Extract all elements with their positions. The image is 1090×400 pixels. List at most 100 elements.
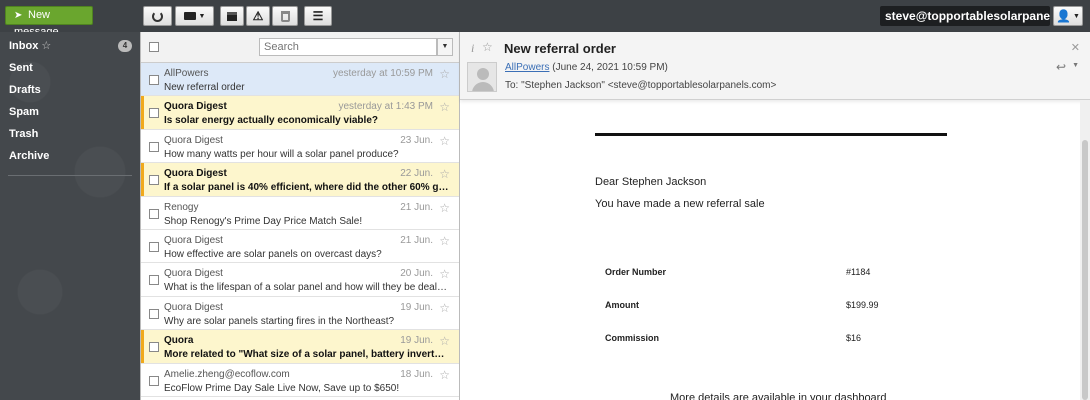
scrollbar[interactable] bbox=[1080, 100, 1090, 400]
row-subject: EcoFlow Prime Day Sale Live Now, Save up… bbox=[164, 382, 400, 394]
delete-button[interactable] bbox=[272, 6, 298, 26]
archive-button[interactable] bbox=[220, 6, 244, 26]
star-icon[interactable]: ☆ bbox=[482, 40, 493, 54]
from-line: AllPowers (June 24, 2021 10:59 PM) bbox=[505, 62, 668, 73]
sidebar-item-label: Archive bbox=[9, 150, 50, 162]
row-sender: Quora Digest bbox=[164, 234, 223, 246]
row-checkbox[interactable] bbox=[149, 75, 159, 85]
field-value: $199.99 bbox=[846, 300, 879, 310]
refresh-button[interactable] bbox=[143, 6, 172, 26]
search-input[interactable] bbox=[259, 38, 437, 56]
row-checkbox[interactable] bbox=[149, 175, 159, 186]
divider bbox=[595, 133, 947, 136]
row-date: 21 Jun. bbox=[400, 201, 433, 213]
star-icon[interactable]: ☆ bbox=[439, 100, 450, 114]
top-toolbar: ➤New message ▼ ⚠ ☰ steve@topportablesola… bbox=[0, 0, 1090, 38]
row-date: 21 Jun. bbox=[400, 234, 433, 246]
field-value: #1184 bbox=[846, 267, 871, 277]
search-options-dropdown[interactable]: ▼ bbox=[437, 38, 453, 56]
message-body: Dear Stephen Jackson You have made a new… bbox=[460, 100, 1080, 400]
spam-button[interactable]: ⚠ bbox=[246, 6, 270, 26]
sidebar-item-drafts[interactable]: Drafts bbox=[0, 79, 140, 101]
footer-text: More details are available in your dashb… bbox=[670, 392, 887, 400]
sidebar-item-trash[interactable]: Trash bbox=[0, 123, 140, 145]
row-date: 22 Jun. bbox=[400, 168, 433, 180]
list-item[interactable]: Amelie.zheng@ecoflow.com 18 Jun. ☆ EcoFlow … bbox=[141, 363, 459, 397]
message-subject: New referral order bbox=[504, 41, 616, 56]
scrollbar-thumb[interactable] bbox=[1082, 140, 1088, 400]
sidebar-item-label: Trash bbox=[9, 128, 39, 140]
star-icon[interactable]: ☆ bbox=[439, 167, 450, 181]
field-value: $16 bbox=[846, 333, 862, 343]
list-item[interactable]: Quora Digest 22 Jun. ☆ If a solar panel is … bbox=[141, 163, 459, 197]
star-icon[interactable]: ☆ bbox=[439, 301, 450, 315]
row-subject: What is the lifespan of a solar panel an… bbox=[164, 282, 449, 294]
folder-sidebar: Inbox ☆ 4 Sent Drafts Spam Trash Archive bbox=[0, 32, 140, 400]
list-item[interactable]: Quora Digest 21 Jun. ☆ How effective are so… bbox=[141, 229, 459, 264]
field-label: Order Number bbox=[605, 267, 667, 277]
menu-icon: ☰ bbox=[312, 9, 324, 23]
list-item[interactable]: Renogy 21 Jun. ☆ Shop Renogy's Prime Day Pr… bbox=[141, 196, 459, 230]
row-sender: Quora Digest bbox=[164, 301, 223, 313]
star-icon[interactable]: ☆ bbox=[439, 134, 450, 148]
row-sender: Quora Digest bbox=[164, 101, 227, 113]
list-item[interactable]: Quora Digest 23 Jun. ☆ How many watts per h… bbox=[141, 129, 459, 164]
list-header: ▼ bbox=[141, 32, 459, 63]
list-item[interactable]: Quora 19 Jun. ☆ More related to "What size … bbox=[141, 330, 459, 364]
row-sender: Quora Digest bbox=[164, 134, 223, 146]
row-subject: How many watts per hour will a solar pan… bbox=[164, 148, 399, 160]
list-item[interactable]: Quora Digest 19 Jun. ☆ Why are solar panels… bbox=[141, 296, 459, 331]
select-all-checkbox[interactable] bbox=[149, 42, 159, 52]
chevron-down-icon[interactable]: ▼ bbox=[1072, 62, 1079, 69]
row-date: yesterday at 10:59 PM bbox=[332, 68, 433, 79]
row-date: 19 Jun. bbox=[400, 301, 433, 313]
row-checkbox[interactable] bbox=[149, 241, 159, 252]
warning-icon: ⚠ bbox=[252, 9, 264, 23]
star-icon[interactable]: ☆ bbox=[439, 201, 450, 215]
row-date: 23 Jun. bbox=[400, 134, 433, 146]
chevron-down-icon: ▼ bbox=[1073, 12, 1080, 20]
message-header: i ☆ New referral order AllPowers (June 2… bbox=[460, 32, 1090, 100]
avatar bbox=[467, 62, 497, 92]
row-sender: Quora Digest bbox=[164, 168, 227, 180]
row-checkbox[interactable] bbox=[149, 108, 159, 119]
new-message-button[interactable]: ➤New message bbox=[5, 6, 93, 38]
sidebar-item-inbox[interactable]: Inbox ☆ 4 bbox=[0, 35, 140, 57]
close-icon[interactable]: ✕ bbox=[1071, 41, 1080, 54]
sidebar-item-spam[interactable]: Spam bbox=[0, 101, 140, 123]
sidebar-item-archive[interactable]: Archive bbox=[0, 145, 140, 167]
list-item[interactable]: Quora Digest yesterday at 1:43 PM ☆ Is sola… bbox=[141, 96, 459, 130]
sender-link[interactable]: AllPowers bbox=[505, 62, 549, 73]
user-menu-button[interactable]: 👤 ▼ bbox=[1053, 6, 1083, 26]
reply-icon[interactable]: ↩ bbox=[1056, 60, 1066, 74]
sidebar-item-label: Spam bbox=[9, 106, 39, 118]
move-to-folder-button[interactable]: ▼ bbox=[175, 6, 214, 26]
more-actions-button[interactable]: ☰ bbox=[304, 6, 332, 26]
star-icon[interactable]: ☆ bbox=[439, 334, 450, 348]
divider bbox=[8, 175, 132, 176]
list-item[interactable]: Quora Digest 20 Jun. ☆ What is the lifespan… bbox=[141, 263, 459, 297]
sidebar-item-sent[interactable]: Sent bbox=[0, 57, 140, 79]
row-checkbox[interactable] bbox=[149, 308, 159, 319]
row-checkbox[interactable] bbox=[149, 141, 159, 152]
row-checkbox[interactable] bbox=[149, 208, 159, 219]
star-icon[interactable]: ☆ bbox=[439, 67, 450, 81]
row-subject: Why are solar panels starting fires in t… bbox=[164, 315, 395, 327]
row-subject: Is solar energy actually economically vi… bbox=[164, 115, 378, 127]
star-icon[interactable]: ☆ bbox=[439, 234, 450, 248]
row-subject: Shop Renogy's Prime Day Price Match Sale… bbox=[164, 215, 363, 227]
row-checkbox[interactable] bbox=[149, 342, 159, 353]
star-icon[interactable]: ☆ bbox=[439, 267, 450, 281]
star-icon[interactable]: ☆ bbox=[439, 368, 450, 382]
reading-pane: i ☆ New referral order AllPowers (June 2… bbox=[460, 32, 1090, 400]
user-icon: 👤 bbox=[1056, 9, 1071, 23]
greeting-text: Dear Stephen Jackson bbox=[595, 176, 707, 188]
row-checkbox[interactable] bbox=[149, 275, 159, 286]
list-item[interactable]: AllPowers yesterday at 10:59 PM ☆ New refer… bbox=[141, 63, 459, 97]
info-icon[interactable]: i bbox=[471, 41, 474, 56]
star-icon[interactable]: ☆ bbox=[41, 40, 51, 52]
account-email[interactable]: steve@topportablesolarpanels... bbox=[880, 6, 1050, 26]
row-checkbox[interactable] bbox=[149, 375, 159, 386]
chevron-down-icon: ▼ bbox=[198, 12, 206, 20]
row-sender: Renogy bbox=[164, 201, 199, 213]
